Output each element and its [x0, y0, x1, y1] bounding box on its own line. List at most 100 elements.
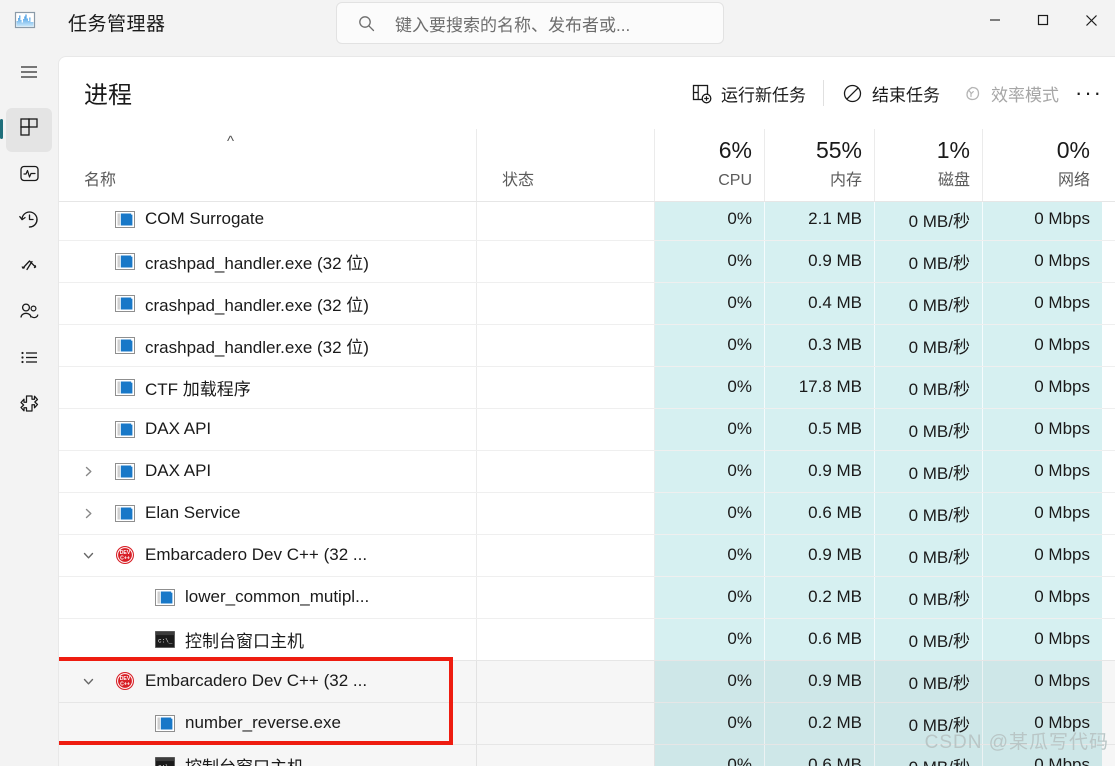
sidebar-item-hamburger-menu[interactable]	[6, 52, 52, 96]
process-name-cell: COM Surrogate	[115, 198, 468, 240]
table-row[interactable]: lower_common_mutipl... 0% 0.2 MB 0 MB/秒 0 Mb…	[59, 576, 1115, 618]
process-cpu-cell: 0%	[727, 503, 752, 522]
process-status-cell	[476, 618, 654, 660]
minimize-button[interactable]	[971, 0, 1019, 40]
chevron-right-icon[interactable]	[77, 492, 99, 534]
process-name-label: DAX API	[145, 419, 212, 438]
table-body: COM Surrogate 0% 2.1 MB 0 MB/秒 0 Mbps crashpa…	[59, 202, 1115, 766]
end-task-button[interactable]: 结束任务	[831, 74, 950, 112]
table-row[interactable]: c:\_ 控制台窗口主机 0% 0.6 MB 0 MB/秒 0 Mbps	[59, 618, 1115, 660]
column-header-name[interactable]: ^ 名称	[59, 129, 476, 201]
process-memory-cell: 2.1 MB	[808, 209, 862, 228]
table-row[interactable]: c:\_ 控制台窗口主机 0% 0.6 MB 0 MB/秒 0 Mbps	[59, 744, 1115, 766]
new-task-icon	[690, 82, 712, 104]
table-row[interactable]: CTF 加载程序 0% 17.8 MB 0 MB/秒 0 Mbps	[59, 366, 1115, 408]
process-network-cell: 0 Mbps	[1034, 545, 1090, 564]
process-cpu-cell: 0%	[727, 545, 752, 564]
process-cpu-cell: 0%	[727, 293, 752, 312]
chevron-right-icon[interactable]	[77, 450, 99, 492]
column-header-status[interactable]: 状态	[476, 129, 654, 201]
process-cpu-cell: 0%	[727, 755, 752, 766]
process-cpu-cell: 0%	[727, 713, 752, 732]
table-header-row: ^ 名称 状态 6% CPU 55% 内存 1% 磁盘 0% 网络	[59, 129, 1115, 202]
column-header-memory[interactable]: 55% 内存	[764, 129, 874, 201]
window-app-icon	[115, 377, 135, 397]
sidebar-item-processes[interactable]	[0, 108, 52, 152]
process-cpu-cell: 0%	[727, 461, 752, 480]
hamburger-icon	[18, 61, 40, 88]
search-box[interactable]: 键入要搜索的名称、发布者或...	[336, 2, 724, 44]
cpu-total-percent: 6%	[718, 137, 752, 163]
process-name-label: 控制台窗口主机	[185, 631, 304, 651]
process-status-cell	[476, 240, 654, 282]
process-memory-cell: 0.6 MB	[808, 503, 862, 522]
chevron-down-icon[interactable]	[77, 534, 99, 576]
disk-total-percent: 1%	[936, 137, 970, 163]
process-status-cell	[476, 744, 654, 766]
search-icon	[357, 14, 375, 32]
column-header-status-label: 状态	[502, 172, 535, 189]
maximize-button[interactable]	[1019, 0, 1067, 40]
sidebar-item-users[interactable]	[6, 292, 52, 336]
process-status-cell	[476, 576, 654, 618]
process-name-label: crashpad_handler.exe (32 位)	[145, 295, 369, 315]
process-name-cell: c:\_ 控制台窗口主机	[155, 744, 468, 766]
sidebar-item-startup-apps[interactable]	[6, 246, 52, 290]
process-name-cell: number_reverse.exe	[155, 702, 468, 744]
table-row[interactable]: Elan Service 0% 0.6 MB 0 MB/秒 0 Mbps	[59, 492, 1115, 534]
process-name-label: Embarcadero Dev C++ (32 ...	[145, 545, 368, 564]
process-disk-cell: 0 MB/秒	[908, 463, 970, 483]
sidebar-item-services[interactable]	[6, 384, 52, 428]
run-new-task-button[interactable]: 运行新任务	[680, 74, 816, 112]
performance-pulse-icon	[18, 162, 41, 190]
column-header-network[interactable]: 0% 网络	[982, 129, 1102, 201]
window-app-icon	[115, 335, 135, 355]
table-row[interactable]: number_reverse.exe 0% 0.2 MB 0 MB/秒 0 Mbps	[59, 702, 1115, 744]
page-title: 进程	[84, 82, 132, 109]
efficiency-mode-button[interactable]: 效率模式	[950, 74, 1069, 112]
process-status-cell	[476, 492, 654, 534]
process-cpu-cell: 0%	[727, 209, 752, 228]
column-header-disk[interactable]: 1% 磁盘	[874, 129, 982, 201]
column-header-cpu[interactable]: 6% CPU	[654, 129, 764, 201]
processes-grid-icon	[18, 116, 41, 144]
console-host-icon: c:\_	[155, 755, 175, 766]
network-total-percent: 0%	[1056, 137, 1090, 163]
process-network-cell: 0 Mbps	[1034, 293, 1090, 312]
table-row[interactable]: DAX API 0% 0.9 MB 0 MB/秒 0 Mbps	[59, 450, 1115, 492]
process-status-cell	[476, 534, 654, 576]
end-task-label: 结束任务	[872, 85, 940, 105]
sidebar-item-details[interactable]	[6, 338, 52, 382]
process-status-cell	[476, 660, 654, 702]
process-disk-cell: 0 MB/秒	[908, 379, 970, 399]
console-host-icon: c:\_	[155, 629, 175, 649]
search-input[interactable]: 键入要搜索的名称、发布者或...	[395, 11, 630, 36]
svg-text:C++: C++	[120, 556, 130, 562]
table-row[interactable]: COM Surrogate 0% 2.1 MB 0 MB/秒 0 Mbps	[59, 198, 1115, 240]
table-row[interactable]: DAX API 0% 0.5 MB 0 MB/秒 0 Mbps	[59, 408, 1115, 450]
process-name-cell: crashpad_handler.exe (32 位)	[115, 324, 468, 366]
column-header-network-label: 网络	[1057, 172, 1090, 189]
window-app-icon	[155, 713, 175, 733]
process-memory-cell: 0.9 MB	[808, 251, 862, 270]
table-row[interactable]: DEV C++ Embarcadero Dev C++ (32 ... 0% 0.9 M…	[59, 660, 1115, 702]
process-cpu-cell: 0%	[727, 629, 752, 648]
toolbar-divider	[823, 80, 824, 106]
table-row[interactable]: crashpad_handler.exe (32 位) 0% 0.9 MB 0 MB/…	[59, 240, 1115, 282]
process-status-cell	[476, 324, 654, 366]
process-disk-cell: 0 MB/秒	[908, 589, 970, 609]
process-disk-cell: 0 MB/秒	[908, 547, 970, 567]
process-name-cell: DEV C++ Embarcadero Dev C++ (32 ...	[115, 534, 468, 576]
table-row[interactable]: DEV C++ Embarcadero Dev C++ (32 ... 0% 0.9 M…	[59, 534, 1115, 576]
more-options-button[interactable]: ···	[1069, 74, 1109, 112]
close-button[interactable]	[1067, 0, 1115, 40]
chevron-down-icon[interactable]	[77, 660, 99, 702]
process-memory-cell: 0.6 MB	[808, 629, 862, 648]
process-status-cell	[476, 198, 654, 240]
sidebar-item-performance[interactable]	[6, 154, 52, 198]
table-row[interactable]: crashpad_handler.exe (32 位) 0% 0.3 MB 0 MB/…	[59, 324, 1115, 366]
sidebar-item-app-history[interactable]	[6, 200, 52, 244]
table-row[interactable]: crashpad_handler.exe (32 位) 0% 0.4 MB 0 MB/…	[59, 282, 1115, 324]
process-table: ^ 名称 状态 6% CPU 55% 内存 1% 磁盘 0% 网络 COM Su…	[59, 129, 1115, 766]
process-cpu-cell: 0%	[727, 377, 752, 396]
